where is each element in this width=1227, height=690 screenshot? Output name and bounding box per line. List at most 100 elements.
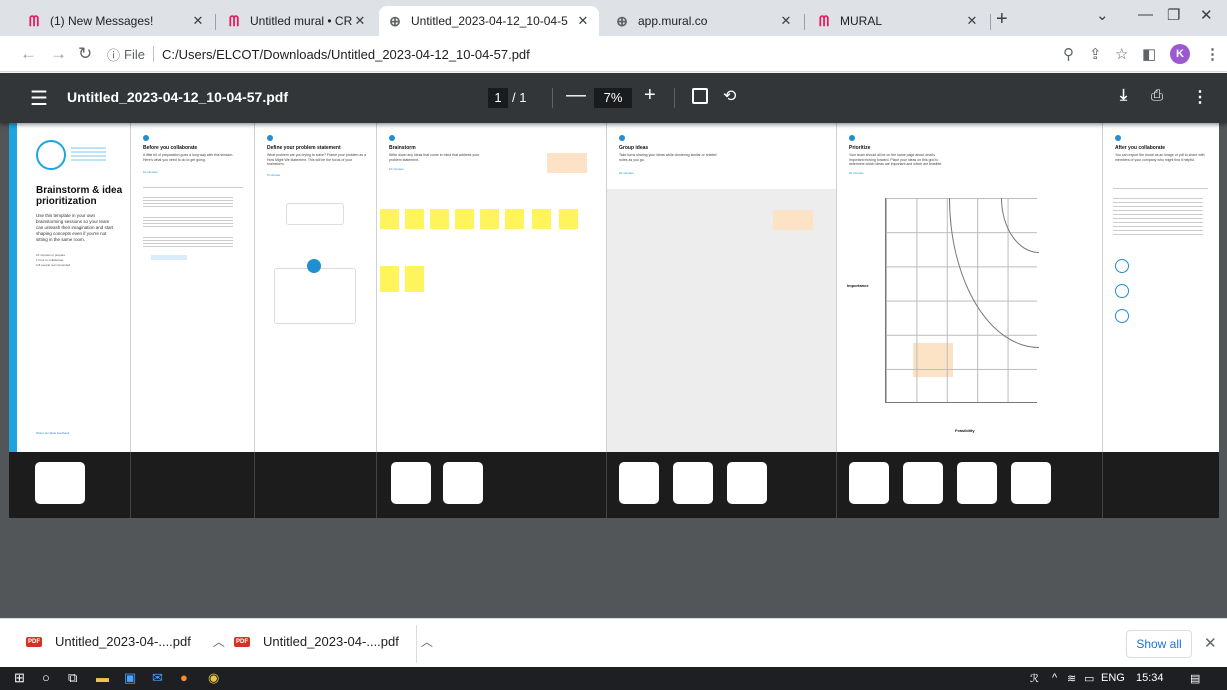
mural-icon: ᗰ <box>818 12 830 29</box>
browser-toolbar: ← → ↻ ⓘ File C:/Users/ELCOT/Downloads/Un… <box>0 36 1227 72</box>
zoom-icon[interactable]: ⚲ <box>1063 45 1074 63</box>
zoom-out-button[interactable]: — <box>566 84 586 107</box>
menu-dots-icon[interactable]: ⋮ <box>1205 45 1220 63</box>
show-all-button[interactable]: Show all <box>1126 630 1192 658</box>
file-explorer-icon[interactable]: ▬ <box>96 670 109 685</box>
thumbnail <box>727 462 767 504</box>
mail-icon[interactable]: ✉ <box>152 670 163 686</box>
forward-button[interactable]: → <box>50 44 67 64</box>
group-ideas-section: Group ideas Take turns sharing your idea… <box>607 123 837 452</box>
section-time: 20 minutes <box>849 171 864 175</box>
wifi-icon[interactable]: ≋ <box>1067 672 1076 685</box>
zoom-level-input[interactable]: 7% <box>594 88 632 108</box>
store-icon[interactable]: ▣ <box>124 670 136 686</box>
divider <box>552 88 553 108</box>
tab-separator <box>804 14 805 30</box>
divider <box>416 625 417 663</box>
thumbnail <box>849 462 889 504</box>
info-icon[interactable]: ⓘ <box>107 45 120 64</box>
close-icon[interactable]: ✕ <box>778 13 794 29</box>
chevron-up-icon[interactable]: ︿ <box>213 633 225 650</box>
address-bar[interactable]: ⓘ File C:/Users/ELCOT/Downloads/Untitled… <box>107 41 1007 67</box>
minimize-button[interactable]: — <box>1138 6 1153 23</box>
download-item[interactable]: PDF Untitled_2023-04-....pdf ︿ <box>234 633 433 650</box>
close-icon[interactable]: ✕ <box>352 13 368 29</box>
tab-title: Untitled_2023-04-12_10-04-5 <box>411 14 568 28</box>
share-icon[interactable]: ⇪ <box>1089 45 1102 63</box>
thumbnail <box>1011 462 1051 504</box>
tab-untitled-mural[interactable]: ᗰ Untitled mural • CRM Applica ✕ <box>218 6 376 36</box>
page-number-input[interactable]: 1 <box>488 88 508 108</box>
close-icon[interactable]: ✕ <box>575 13 591 29</box>
tab-search-button[interactable]: ⌄ <box>1096 6 1109 24</box>
brainstorm-section: Brainstorm Write down any ideas that com… <box>377 123 607 452</box>
notifications-icon[interactable]: ▤ <box>1190 672 1200 685</box>
step-dot <box>619 135 625 141</box>
restore-button[interactable]: ❐ <box>1167 6 1180 24</box>
task-view-icon[interactable]: ⧉ <box>68 670 77 686</box>
tab-title: Untitled mural • CRM Applica <box>250 14 352 28</box>
section-time: 10 minutes <box>143 170 158 174</box>
thumbnail <box>673 462 713 504</box>
chevron-up-icon[interactable]: ︿ <box>421 633 433 650</box>
chevron-up-icon[interactable]: ^ <box>1052 672 1057 684</box>
side-panel-icon[interactable]: ◧ <box>1142 45 1156 63</box>
section-text: You can export the mural as an image or … <box>1115 153 1205 162</box>
language-indicator[interactable]: ENG <box>1101 672 1125 684</box>
globe-icon: ⊕ <box>616 12 628 29</box>
before-collaborate-section: Before you collaborate A little bit of p… <box>131 123 255 452</box>
people-icon[interactable]: ℛ <box>1030 672 1039 685</box>
thumbnail <box>957 462 997 504</box>
pdf-viewport[interactable]: Brainstorm & idea prioritization Use thi… <box>0 123 1227 618</box>
tab-mural[interactable]: ᗰ MURAL ✕ <box>808 6 988 36</box>
lightbulb-icon <box>36 140 66 170</box>
template-icon <box>1115 284 1129 298</box>
bookmark-star-icon[interactable]: ☆ <box>1115 45 1128 63</box>
tab-app-mural[interactable]: ⊕ app.mural.co ✕ <box>606 6 802 36</box>
section-heading: After you collaborate <box>1115 145 1166 151</box>
section-text: What problem are you trying to solve? Fr… <box>267 153 367 166</box>
window-close-button[interactable]: ✕ <box>1200 6 1213 24</box>
chrome-icon[interactable]: ◉ <box>208 670 219 686</box>
sticky-note <box>455 209 474 229</box>
step-dot <box>143 135 149 141</box>
checklist-item <box>143 217 233 227</box>
windows-start-icon[interactable]: ⊞ <box>14 670 25 686</box>
tab-title: (1) New Messages! <box>50 14 154 28</box>
section-time: 10 minutes <box>389 167 404 171</box>
downloads-shelf: PDF Untitled_2023-04-....pdf ︿ PDF Untit… <box>0 618 1227 667</box>
download-item[interactable]: PDF Untitled_2023-04-....pdf ︿ <box>26 633 225 650</box>
reload-button[interactable]: ↻ <box>78 44 92 64</box>
axis-label-x: Feasibility <box>955 428 975 433</box>
print-icon[interactable]: ⎙ <box>1151 87 1163 104</box>
new-tab-button[interactable]: + <box>996 8 1008 31</box>
back-button[interactable]: ← <box>20 44 37 64</box>
search-icon[interactable]: ○ <box>42 670 50 685</box>
globe-icon: ⊕ <box>389 12 401 29</box>
profile-avatar[interactable]: K <box>1170 44 1190 64</box>
fit-to-page-icon[interactable] <box>692 88 708 104</box>
more-options-icon[interactable]: ⋮ <box>1192 87 1208 107</box>
tab-new-messages[interactable]: ᗰ (1) New Messages! ✕ <box>18 6 214 36</box>
divider <box>143 187 243 188</box>
close-icon[interactable]: ✕ <box>1204 634 1217 652</box>
decorative-lines <box>71 147 106 161</box>
rotate-icon[interactable]: ⟲ <box>723 86 736 106</box>
problem-statement-section: Define your problem statement What probl… <box>255 123 377 452</box>
tab-pdf[interactable]: ⊕ Untitled_2023-04-12_10-04-5 ✕ <box>379 6 599 36</box>
url-scheme: File <box>124 46 145 62</box>
hamburger-menu-icon[interactable]: ☰ <box>30 86 48 111</box>
section-heading: Prioritize <box>849 145 871 151</box>
firefox-icon[interactable]: ● <box>180 670 188 685</box>
download-icon[interactable]: ⤓ <box>1120 87 1127 105</box>
sticky-note <box>380 266 399 292</box>
zoom-in-button[interactable]: + <box>644 84 656 107</box>
sticky-note <box>559 209 578 229</box>
sticky-note <box>532 209 551 229</box>
battery-icon[interactable]: ▭ <box>1084 672 1094 685</box>
mural-icon: ᗰ <box>28 12 40 29</box>
close-icon[interactable]: ✕ <box>964 13 980 29</box>
close-icon[interactable]: ✕ <box>190 13 206 29</box>
clock[interactable]: 15:34 <box>1136 672 1164 684</box>
meta-line: 2-8 people recommended <box>36 263 71 267</box>
